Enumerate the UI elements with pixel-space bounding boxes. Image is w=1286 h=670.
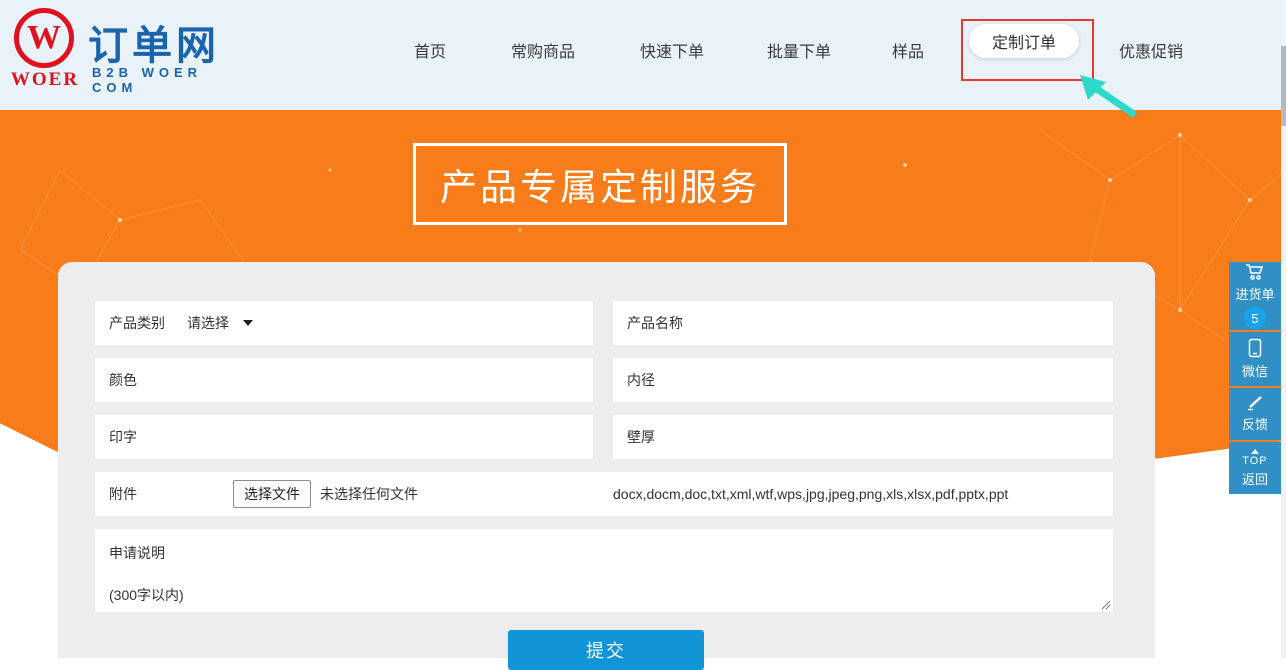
color-label: 颜色 <box>109 370 137 390</box>
cart-icon <box>1244 263 1266 281</box>
wechat-label: 微信 <box>1242 361 1268 380</box>
attachment-label: 附件 <box>109 484 137 504</box>
top-text: TOP <box>1242 455 1267 467</box>
chevron-down-icon[interactable] <box>243 320 253 326</box>
color-input[interactable]: 颜色 <box>95 358 593 402</box>
site-subtitle: B2B WOER COM <box>92 65 220 95</box>
nav-item-batch-order[interactable]: 批量下单 <box>763 33 835 67</box>
inner-diameter-input[interactable]: 内径 <box>613 358 1113 402</box>
feedback-label: 反馈 <box>1242 414 1268 433</box>
purchase-list-label: 进货单 <box>1235 284 1274 303</box>
site-logo[interactable]: W WOER 订单网 B2B WOER COM <box>10 5 220 105</box>
scrollbar-thumb[interactable] <box>1281 46 1286 126</box>
wechat-button[interactable]: 微信 <box>1229 332 1281 386</box>
scrollbar[interactable] <box>1281 0 1286 658</box>
wall-thickness-label: 壁厚 <box>627 427 655 447</box>
nav-item-promotions[interactable]: 优惠促销 <box>1115 33 1187 67</box>
logo-word: WOER <box>10 69 80 91</box>
product-category-field[interactable]: 产品类别 请选择 <box>95 301 593 345</box>
back-label: 返回 <box>1242 469 1268 488</box>
product-category-select[interactable]: 请选择 <box>187 313 229 333</box>
up-arrow-icon <box>1251 449 1259 454</box>
choose-file-button[interactable]: 选择文件 <box>233 480 311 508</box>
hero-title: 产品专属定制服务 <box>440 157 760 211</box>
nav-item-home[interactable]: 首页 <box>410 33 450 67</box>
attachment-row: 附件 选择文件 未选择任何文件 docx,docm,doc,txt,xml,wt… <box>95 472 1113 516</box>
page: W WOER 订单网 B2B WOER COM 首页 常购商品 快速下单 批量下… <box>0 0 1286 658</box>
product-name-label: 产品名称 <box>627 313 683 333</box>
purchase-list-button[interactable]: 进货单 5 <box>1229 262 1281 330</box>
top-navbar: W WOER 订单网 B2B WOER COM 首页 常购商品 快速下单 批量下… <box>0 0 1286 110</box>
feedback-button[interactable]: 反馈 <box>1229 388 1281 440</box>
submit-button[interactable]: 提交 <box>508 630 704 670</box>
allowed-formats-text: docx,docm,doc,txt,xml,wtf,wps,jpg,jpeg,p… <box>613 472 1008 516</box>
description-placeholder-line2: (300字以内) <box>109 585 184 605</box>
back-to-top-button[interactable]: TOP 返回 <box>1229 442 1281 494</box>
description-placeholder-line1: 申请说明 <box>109 543 165 563</box>
cart-count-badge: 5 <box>1244 307 1266 329</box>
phone-icon <box>1248 338 1262 358</box>
printing-input[interactable]: 印字 <box>95 415 593 459</box>
pencil-icon <box>1246 395 1264 411</box>
application-description-textarea[interactable]: 申请说明 (300字以内) <box>95 529 1113 612</box>
nav-item-frequent-goods[interactable]: 常购商品 <box>507 33 579 67</box>
woer-logo-icon: W <box>14 8 74 68</box>
pointer-arrow-icon <box>1076 72 1140 118</box>
inner-diameter-label: 内径 <box>627 370 655 390</box>
logo-letter: W <box>27 21 61 55</box>
printing-label: 印字 <box>109 427 137 447</box>
no-file-selected-text: 未选择任何文件 <box>320 484 418 504</box>
nav-item-quick-order[interactable]: 快速下单 <box>636 33 708 67</box>
highlight-box <box>961 19 1094 81</box>
wall-thickness-input[interactable]: 壁厚 <box>613 415 1113 459</box>
hero-title-box: 产品专属定制服务 <box>413 143 787 225</box>
resize-handle-icon[interactable] <box>1101 600 1111 610</box>
nav-item-samples[interactable]: 样品 <box>888 33 928 67</box>
product-category-label: 产品类别 <box>109 313 165 333</box>
product-name-input[interactable]: 产品名称 <box>613 301 1113 345</box>
site-name: 订单网 <box>88 13 220 71</box>
floating-toolbar: 进货单 5 微信 反馈 TOP 返回 <box>1229 262 1281 496</box>
custom-order-form-card: 产品类别 请选择 产品名称 颜色 内径 印字 壁厚 附件 选择文件 未选择任何文… <box>58 262 1155 658</box>
